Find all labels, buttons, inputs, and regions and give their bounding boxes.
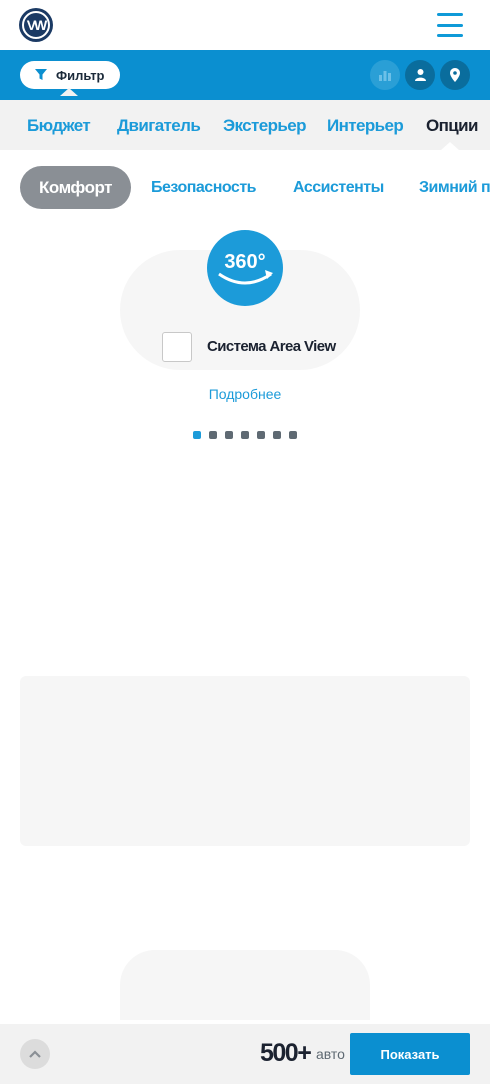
subtab-assistants[interactable]: Ассистенты bbox=[293, 179, 384, 197]
page: VW Фильтр Бюджет Двигатель Экстерьер Инт… bbox=[0, 0, 490, 1084]
pagination-dot[interactable] bbox=[257, 431, 265, 439]
header: VW bbox=[0, 0, 490, 50]
tab-options[interactable]: Опции bbox=[426, 116, 478, 136]
subtab-comfort[interactable]: Комфорт bbox=[20, 166, 131, 209]
compare-button[interactable] bbox=[370, 60, 400, 90]
more-details-link[interactable]: Подробнее bbox=[0, 386, 490, 402]
results-unit: авто bbox=[316, 1046, 345, 1062]
vw-logo[interactable]: VW bbox=[19, 8, 53, 42]
pagination-dot[interactable] bbox=[225, 431, 233, 439]
pagination-dot[interactable] bbox=[193, 431, 201, 439]
tab-engine[interactable]: Двигатель bbox=[117, 116, 201, 136]
pagination-dot[interactable] bbox=[273, 431, 281, 439]
area-view-360-icon: 360° bbox=[207, 230, 283, 306]
funnel-icon bbox=[35, 69, 47, 80]
background-car-image bbox=[120, 950, 370, 1020]
background-car-image bbox=[20, 676, 470, 846]
user-icon bbox=[414, 69, 426, 81]
area-view-checkbox[interactable] bbox=[162, 332, 192, 362]
active-tab-pointer bbox=[441, 142, 459, 150]
icon-360-text: 360° bbox=[224, 251, 265, 273]
map-pin-icon bbox=[450, 68, 460, 82]
hamburger-menu-icon[interactable] bbox=[437, 13, 463, 37]
tab-interior[interactable]: Интерьер bbox=[327, 116, 404, 136]
category-tabs: Бюджет Двигатель Экстерьер Интерьер Опци… bbox=[0, 100, 490, 150]
carousel-pagination bbox=[193, 431, 297, 439]
vw-logo-mark: VW bbox=[22, 11, 50, 39]
option-label: Система Area View bbox=[207, 338, 336, 355]
subtab-safety[interactable]: Безопасность bbox=[151, 179, 256, 197]
chevron-up-icon bbox=[29, 1050, 41, 1058]
bottom-bar: 500+ авто Показать bbox=[0, 1024, 490, 1084]
scroll-up-button[interactable] bbox=[20, 1039, 50, 1069]
filter-button-label: Фильтр bbox=[56, 67, 105, 83]
tab-budget[interactable]: Бюджет bbox=[27, 116, 91, 136]
burger-line bbox=[437, 13, 463, 16]
subcategory-tabs: Комфорт Безопасность Ассистенты Зимний п… bbox=[0, 150, 490, 220]
pagination-dot[interactable] bbox=[209, 431, 217, 439]
pagination-dot[interactable] bbox=[289, 431, 297, 439]
subtab-winter[interactable]: Зимний пакет bbox=[419, 179, 490, 197]
location-button[interactable] bbox=[440, 60, 470, 90]
rotate-360-icon: 360° bbox=[218, 251, 273, 285]
pagination-dot[interactable] bbox=[241, 431, 249, 439]
filter-button[interactable]: Фильтр bbox=[20, 61, 120, 96]
burger-line bbox=[437, 34, 463, 37]
results-count: 500+ bbox=[260, 1039, 312, 1067]
show-results-button[interactable]: Показать bbox=[350, 1033, 470, 1075]
tab-exterior[interactable]: Экстерьер bbox=[223, 116, 306, 136]
account-button[interactable] bbox=[405, 60, 435, 90]
chart-icon bbox=[379, 71, 391, 81]
burger-line bbox=[437, 23, 463, 27]
